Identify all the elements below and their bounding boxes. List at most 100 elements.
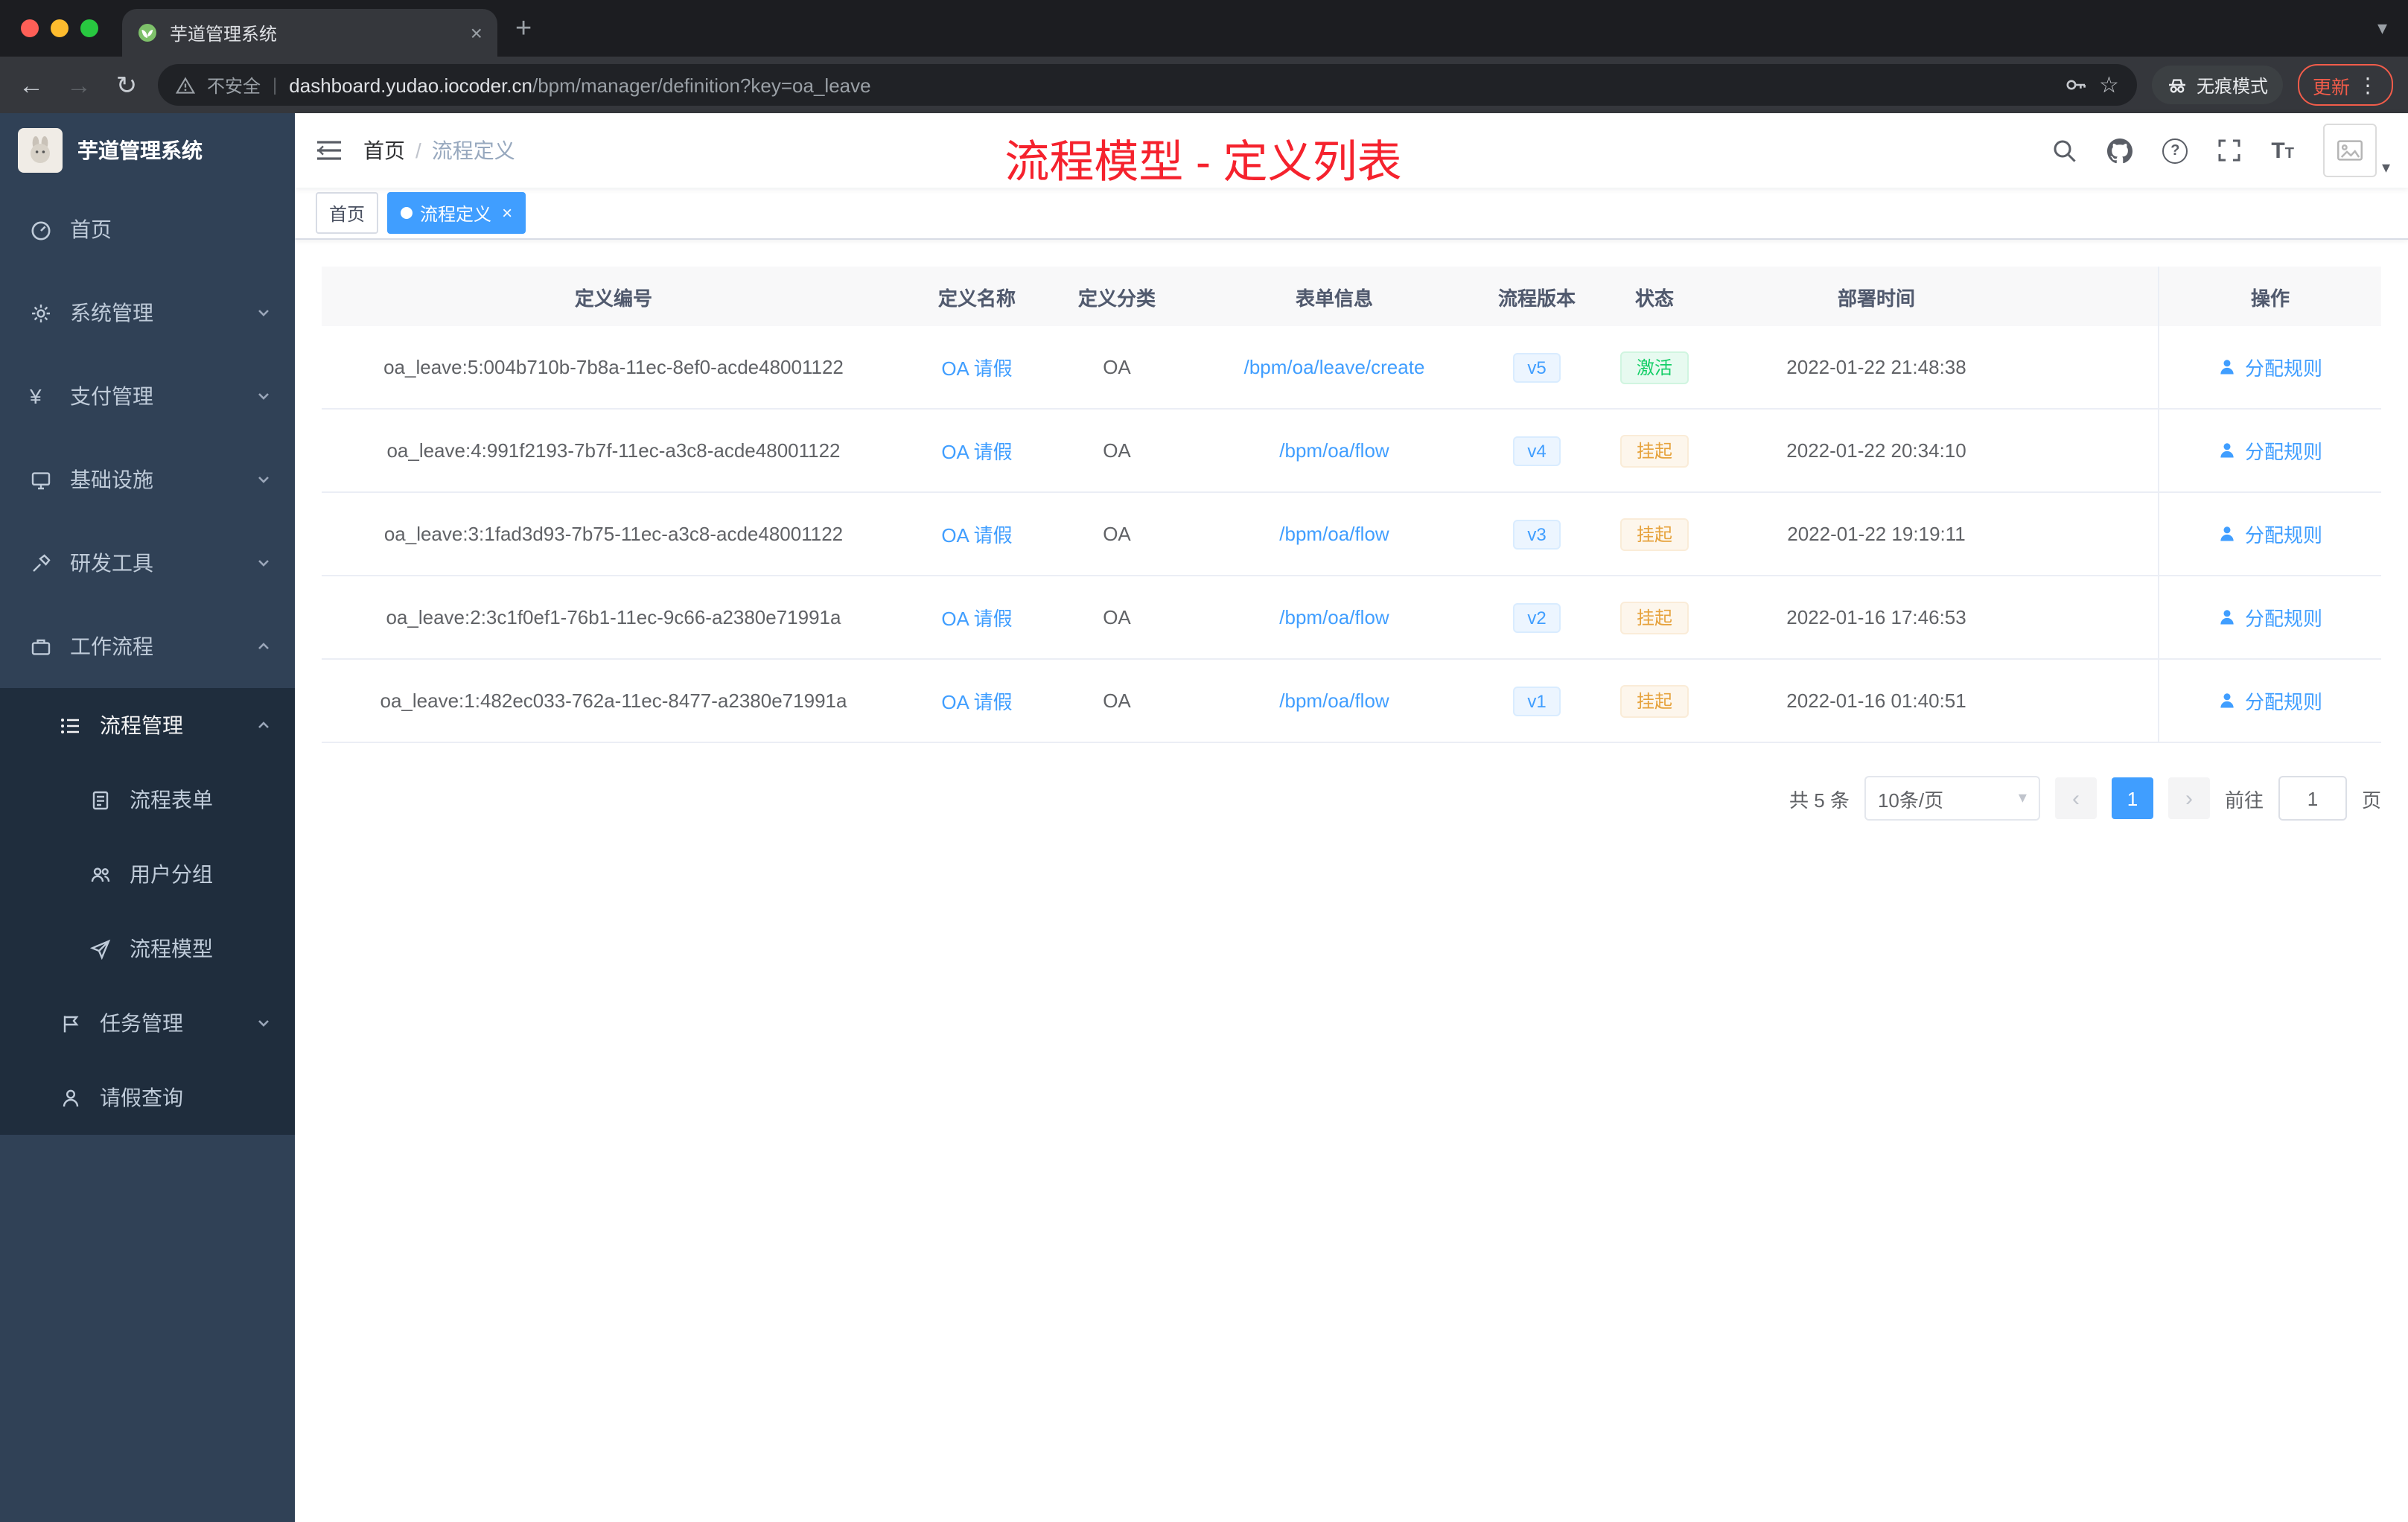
table-row: oa_leave:5:004b710b-7b8a-11ec-8ef0-acde4… bbox=[322, 326, 2381, 410]
close-window-button[interactable] bbox=[21, 19, 39, 37]
sidebar-item-payment[interactable]: ¥ 支付管理 bbox=[0, 354, 295, 438]
url-text[interactable]: dashboard.yudao.iocoder.cn/bpm/manager/d… bbox=[289, 74, 2051, 96]
definition-name-link[interactable]: OA 请假 bbox=[941, 603, 1012, 631]
form-link[interactable]: /bpm/oa/leave/create bbox=[1244, 356, 1425, 378]
browser-tab[interactable]: 芋道管理系统 × bbox=[122, 9, 497, 57]
sidebar-item-label: 支付管理 bbox=[70, 384, 153, 408]
back-button[interactable]: ← bbox=[15, 72, 48, 98]
header-process-version: 流程版本 bbox=[1497, 287, 1576, 309]
sidebar-item-leave-query[interactable]: 请假查询 bbox=[0, 1060, 295, 1135]
assign-rule-link[interactable]: 分配规则 bbox=[2245, 436, 2322, 465]
users-icon bbox=[89, 863, 112, 885]
sidebar-item-process-form[interactable]: 流程表单 bbox=[0, 762, 295, 837]
tag-close-icon[interactable]: × bbox=[502, 203, 512, 223]
tab-close-icon[interactable]: × bbox=[471, 22, 482, 43]
sidebar-item-home[interactable]: 首页 bbox=[0, 188, 295, 271]
cell-filler bbox=[2034, 410, 2158, 491]
minimize-window-button[interactable] bbox=[51, 19, 69, 37]
select-caret-icon: ▾ bbox=[2018, 789, 2027, 806]
password-key-icon[interactable] bbox=[2063, 73, 2087, 97]
assign-user-icon bbox=[2221, 526, 2235, 541]
breadcrumb-home[interactable]: 首页 bbox=[363, 136, 405, 165]
cell-filler bbox=[2034, 493, 2158, 575]
avatar[interactable] bbox=[2323, 124, 2377, 177]
browser-toolbar: ← → ↻ 不安全 | dashboard.yudao.iocoder.cn/b… bbox=[0, 57, 2408, 113]
tab-search-icon[interactable]: ▾ bbox=[2377, 16, 2387, 40]
search-icon[interactable] bbox=[2052, 138, 2077, 163]
page-number-1[interactable]: 1 bbox=[2111, 777, 2153, 819]
version-badge[interactable]: v5 bbox=[1512, 352, 1561, 382]
bookmark-star-icon[interactable]: ☆ bbox=[2099, 71, 2119, 98]
browser-window: 芋道管理系统 × + ▾ ← → ↻ 不安全 | dashboard.yudao… bbox=[0, 0, 2408, 1522]
github-icon[interactable] bbox=[2107, 138, 2133, 163]
sidebar-item-label: 工作流程 bbox=[70, 634, 153, 658]
version-badge[interactable]: v2 bbox=[1512, 602, 1561, 632]
sidebar-item-system[interactable]: 系统管理 bbox=[0, 271, 295, 354]
assign-rule-link[interactable]: 分配规则 bbox=[2245, 687, 2322, 715]
page-size-select[interactable]: 10条/页 ▾ bbox=[1864, 776, 2040, 821]
status-badge: 挂起 bbox=[1619, 434, 1689, 467]
browser-update-button[interactable]: 更新 ⋮ bbox=[2297, 64, 2393, 106]
sidebar-item-label: 流程表单 bbox=[130, 788, 213, 812]
pagination-total: 共 5 条 bbox=[1789, 789, 1850, 811]
cell-category: OA bbox=[1103, 439, 1131, 462]
reload-button[interactable]: ↻ bbox=[110, 72, 143, 98]
omnibox-divider: | bbox=[273, 74, 278, 95]
fullscreen-icon[interactable] bbox=[2217, 138, 2241, 162]
definition-name-link[interactable]: OA 请假 bbox=[941, 353, 1012, 381]
page-content: 定义编号 定义名称 定义分类 表单信息 流程版本 状态 部署时间 操作 oa_l… bbox=[295, 240, 2408, 1522]
header-definition-id: 定义编号 bbox=[574, 287, 652, 309]
definition-name-link[interactable]: OA 请假 bbox=[941, 687, 1012, 715]
next-page-button[interactable]: › bbox=[2167, 777, 2210, 819]
form-link[interactable]: /bpm/oa/flow bbox=[1279, 523, 1389, 545]
form-link[interactable]: /bpm/oa/flow bbox=[1279, 606, 1389, 628]
cell-category: OA bbox=[1103, 690, 1131, 712]
user-avatar-menu[interactable]: ▾ bbox=[2323, 124, 2390, 177]
cell-actions: 分配规则 bbox=[2158, 493, 2381, 575]
incognito-label: 无痕模式 bbox=[2196, 75, 2268, 96]
prev-page-button[interactable]: ‹ bbox=[2054, 777, 2097, 819]
assign-rule-link[interactable]: 分配规则 bbox=[2245, 520, 2322, 548]
table-row: oa_leave:1:482ec033-762a-11ec-8477-a2380… bbox=[322, 660, 2381, 743]
form-link[interactable]: /bpm/oa/flow bbox=[1279, 690, 1389, 712]
cell-category: OA bbox=[1103, 523, 1131, 545]
sidebar-toggle-icon[interactable] bbox=[295, 138, 363, 162]
definition-name-link[interactable]: OA 请假 bbox=[941, 436, 1012, 465]
tag-home[interactable]: 首页 bbox=[316, 192, 379, 234]
zoom-window-button[interactable] bbox=[80, 19, 98, 37]
version-badge[interactable]: v1 bbox=[1512, 686, 1561, 716]
sidebar-item-workflow[interactable]: 工作流程 bbox=[0, 605, 295, 688]
assign-rule-link[interactable]: 分配规则 bbox=[2245, 353, 2322, 381]
version-badge[interactable]: v4 bbox=[1512, 436, 1561, 465]
navbar-actions: ? TT ▾ bbox=[2052, 124, 2408, 177]
flag-icon bbox=[60, 1012, 82, 1034]
forward-button[interactable]: → bbox=[63, 72, 95, 98]
definition-name-link[interactable]: OA 请假 bbox=[941, 520, 1012, 548]
header-definition-category: 定义分类 bbox=[1077, 287, 1156, 309]
table-row: oa_leave:2:3c1f0ef1-76b1-11ec-9c66-a2380… bbox=[322, 576, 2381, 660]
sidebar-item-process-management[interactable]: 流程管理 bbox=[0, 688, 295, 762]
version-badge[interactable]: v3 bbox=[1512, 519, 1561, 549]
sidebar-item-process-model[interactable]: 流程模型 bbox=[0, 911, 295, 986]
font-size-icon[interactable]: TT bbox=[2271, 138, 2294, 163]
sidebar-item-infrastructure[interactable]: 基础设施 bbox=[0, 438, 295, 521]
security-label[interactable]: 不安全 bbox=[207, 72, 261, 98]
main-area: 首页 / 流程定义 ? TT ▾ 首页 流程定义 × 定义编号 定义名称 定义分… bbox=[295, 113, 2408, 1522]
sidebar-item-user-group[interactable]: 用户分组 bbox=[0, 837, 295, 911]
assign-rule-link[interactable]: 分配规则 bbox=[2245, 603, 2322, 631]
status-badge: 挂起 bbox=[1619, 684, 1689, 717]
form-link[interactable]: /bpm/oa/flow bbox=[1279, 439, 1389, 462]
chevron-down-icon bbox=[256, 389, 271, 404]
browser-menu-kebab-icon[interactable]: ⋮ bbox=[2357, 74, 2378, 95]
gear-icon bbox=[30, 302, 52, 324]
goto-page-input[interactable] bbox=[2278, 776, 2347, 821]
tag-process-definition[interactable]: 流程定义 × bbox=[387, 192, 526, 234]
sidebar-item-devtools[interactable]: 研发工具 bbox=[0, 521, 295, 605]
help-icon[interactable]: ? bbox=[2162, 138, 2188, 163]
chevron-up-icon bbox=[256, 718, 271, 733]
address-bar[interactable]: 不安全 | dashboard.yudao.iocoder.cn/bpm/man… bbox=[158, 64, 2137, 106]
sidebar-item-task-management[interactable]: 任务管理 bbox=[0, 986, 295, 1060]
new-tab-button[interactable]: + bbox=[515, 14, 532, 42]
annotation-title: 流程模型 - 定义列表 bbox=[1004, 138, 1402, 188]
tool-icon bbox=[30, 552, 52, 574]
